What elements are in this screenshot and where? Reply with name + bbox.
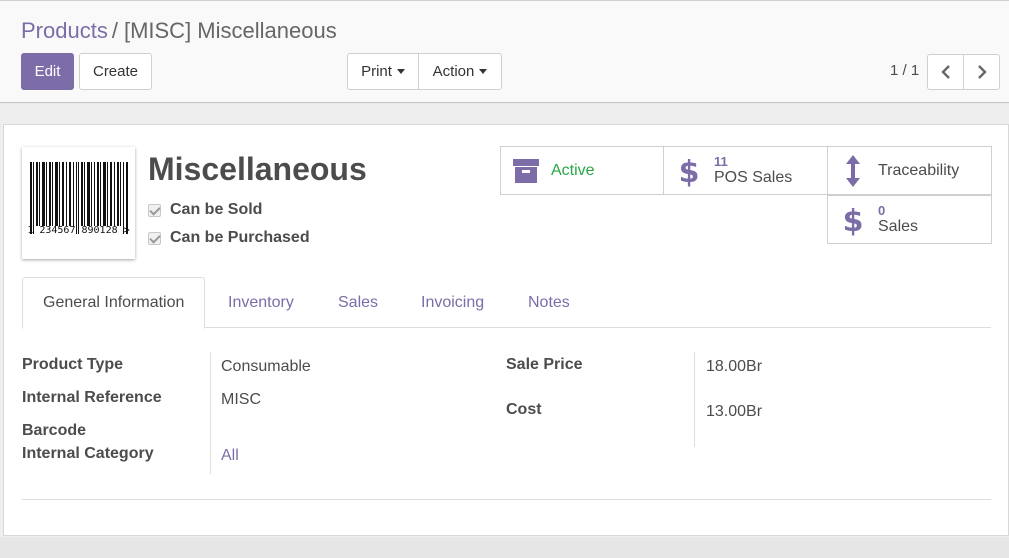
- svg-text:$: $: [843, 204, 863, 236]
- tab-invoicing[interactable]: Invoicing: [421, 277, 484, 328]
- cost-value[interactable]: 13.00Br: [706, 403, 762, 421]
- internal-reference-value[interactable]: MISC: [221, 391, 261, 409]
- print-label: Print: [361, 63, 392, 80]
- chatter-area: [0, 537, 1009, 558]
- tab-sales[interactable]: Sales: [338, 277, 378, 328]
- breadcrumb-current: [MISC] Miscellaneous: [123, 18, 337, 43]
- tab-general-information[interactable]: General Information: [22, 277, 206, 329]
- sales-count: 0: [878, 202, 886, 218]
- active-toggle-button[interactable]: Active: [500, 146, 664, 195]
- internal-category-link[interactable]: All: [221, 447, 239, 465]
- left-group-divider: [210, 352, 211, 474]
- chevron-right-icon: [977, 65, 987, 79]
- form-separator: [22, 499, 991, 500]
- can-be-sold-row: Can be Sold: [148, 201, 262, 219]
- internal-category-label: Internal Category: [22, 445, 154, 462]
- pos-sales-count: 11: [714, 153, 728, 169]
- product-name: Miscellaneous: [148, 151, 367, 187]
- breadcrumb: Products / [MISC] Miscellaneous: [21, 18, 337, 44]
- barcode-number: 1 234567 890128 >: [27, 225, 130, 236]
- internal-reference-label: Internal Reference: [22, 389, 162, 406]
- chevron-left-icon: [940, 65, 950, 79]
- active-label: Active: [551, 161, 595, 179]
- dollar-icon: $: [664, 155, 714, 187]
- breadcrumb-products-link[interactable]: Products: [21, 18, 108, 43]
- archive-icon: [501, 158, 551, 184]
- arrows-v-icon: [828, 154, 878, 188]
- pager-previous-button[interactable]: [927, 54, 964, 90]
- sales-label: Sales: [878, 217, 919, 235]
- right-group-divider: [694, 352, 695, 447]
- barcode-label: Barcode: [22, 422, 87, 439]
- pager-value[interactable]: 1 / 1: [890, 62, 919, 79]
- sale-price-value[interactable]: 18.00Br: [706, 358, 762, 376]
- barcode-image: [30, 162, 128, 234]
- caret-down-icon: [479, 69, 488, 74]
- pos-sales-label: POS Sales: [714, 168, 793, 186]
- product-type-label: Product Type: [22, 356, 124, 373]
- control-panel: Products / [MISC] Miscellaneous Edit Creat…: [0, 0, 1009, 103]
- traceability-label: Traceability: [878, 161, 960, 179]
- caret-down-icon: [396, 69, 405, 74]
- tab-notes[interactable]: Notes: [528, 277, 570, 328]
- notebook-tabs: General Information Inventory Sales Invo…: [22, 277, 991, 329]
- breadcrumb-separator: /: [111, 18, 118, 43]
- product-image[interactable]: 1 234567 890128 >: [22, 147, 135, 259]
- can-be-sold-checkbox[interactable]: [148, 203, 161, 217]
- print-dropdown-button[interactable]: Print: [347, 53, 419, 90]
- dollar-icon: $: [828, 204, 878, 236]
- tab-inventory[interactable]: Inventory: [228, 277, 294, 328]
- product-type-value[interactable]: Consumable: [221, 358, 311, 376]
- edit-button[interactable]: Edit: [21, 53, 74, 90]
- cost-label: Cost: [506, 401, 542, 418]
- svg-text:$: $: [679, 155, 699, 187]
- action-label: Action: [432, 63, 475, 80]
- sale-price-label: Sale Price: [506, 356, 583, 373]
- can-be-sold-label: Can be Sold: [170, 201, 263, 218]
- can-be-purchased-checkbox[interactable]: [148, 231, 161, 245]
- can-be-purchased-row: Can be Purchased: [148, 229, 310, 247]
- pos-sales-button[interactable]: $ 11 POS Sales: [663, 146, 828, 195]
- action-dropdown-button[interactable]: Action: [418, 53, 502, 90]
- sales-button[interactable]: $ 0 Sales: [827, 195, 992, 244]
- pager-next-button[interactable]: [963, 54, 1000, 90]
- can-be-purchased-label: Can be Purchased: [170, 229, 310, 246]
- traceability-button[interactable]: Traceability: [827, 146, 992, 195]
- create-button[interactable]: Create: [79, 53, 152, 90]
